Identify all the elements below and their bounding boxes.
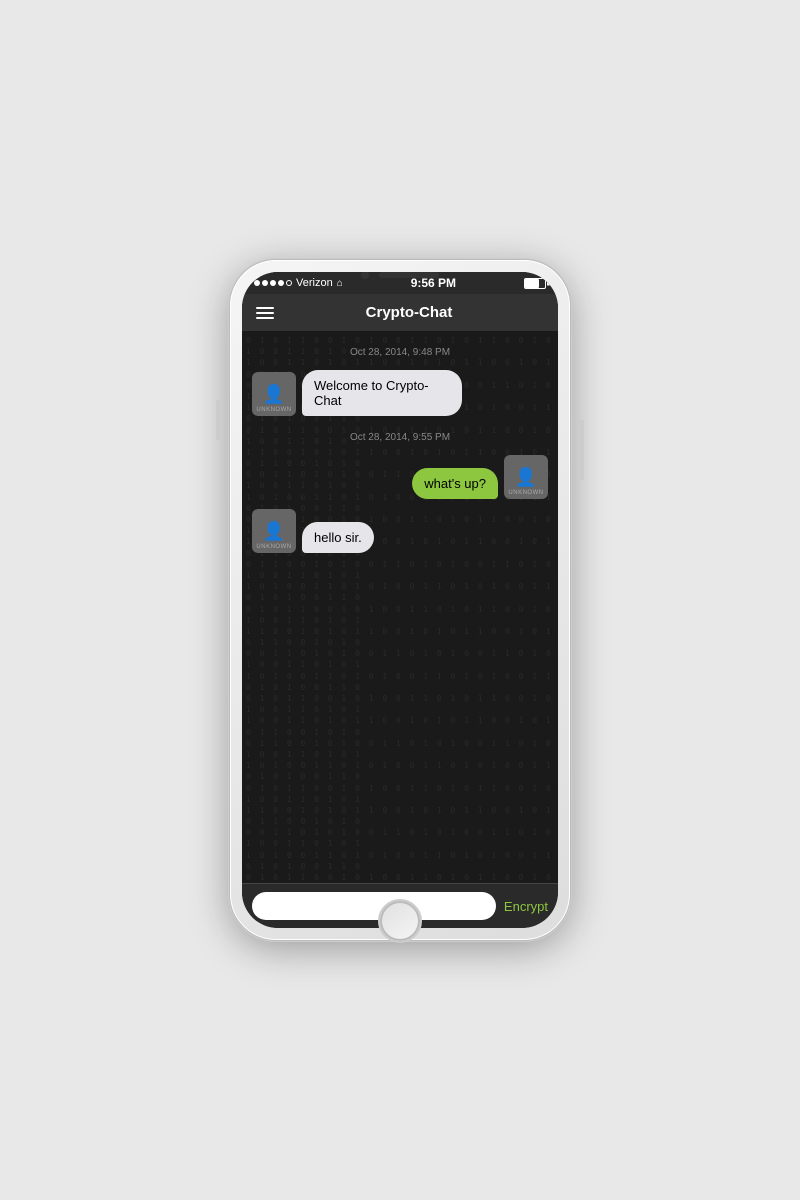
avatar-figure-1: 👤 (263, 384, 285, 405)
avatar-label-1: UNKNOWN (256, 407, 291, 413)
signal-dot-5 (286, 280, 292, 286)
nav-bar: Crypto-Chat (242, 294, 558, 331)
speaker-slot (379, 272, 439, 278)
camera-dot (361, 272, 369, 279)
signal-dot-2 (262, 280, 268, 286)
chat-area: 0 1 0 1 1 0 0 1 0 1 0 0 1 1 0 1 0 1 1 0 … (242, 331, 558, 883)
battery-fill (525, 279, 539, 288)
message-input[interactable] (252, 892, 496, 920)
power-button (580, 420, 584, 480)
bubble-1: Welcome to Crypto-Chat (302, 370, 462, 416)
signal-dot-4 (278, 280, 284, 286)
bubble-2: what's up? (412, 468, 498, 499)
menu-button[interactable] (256, 307, 274, 319)
phone-screen: Verizon ⌂ 9:56 PM Crypto-Chat 0 1 0 (242, 272, 558, 928)
timestamp-2: Oct 28, 2014, 9:55 PM (252, 432, 548, 443)
signal-indicator (254, 280, 292, 286)
notch-area (320, 272, 480, 286)
nav-title: Crypto-Chat (274, 304, 544, 321)
chat-messages: Oct 28, 2014, 9:48 PM 👤 UNKNOWN Welcome … (242, 331, 558, 567)
hamburger-line-3 (256, 317, 274, 319)
avatar-2: 👤 UNKNOWN (504, 455, 548, 499)
avatar-1: 👤 UNKNOWN (252, 372, 296, 416)
avatar-3: 👤 UNKNOWN (252, 509, 296, 553)
encrypt-button[interactable]: Encrypt (504, 899, 548, 914)
hamburger-line-1 (256, 307, 274, 309)
avatar-figure-2: 👤 (515, 467, 537, 488)
avatar-label-3: UNKNOWN (256, 544, 291, 550)
timestamp-1: Oct 28, 2014, 9:48 PM (252, 347, 548, 358)
phone-frame: Verizon ⌂ 9:56 PM Crypto-Chat 0 1 0 (230, 260, 570, 940)
message-row-3: 👤 UNKNOWN hello sir. (252, 509, 548, 553)
home-button[interactable] (378, 899, 422, 943)
avatar-figure-3: 👤 (263, 521, 285, 542)
hamburger-line-2 (256, 312, 274, 314)
message-row-1: 👤 UNKNOWN Welcome to Crypto-Chat (252, 370, 548, 416)
message-row-2: 👤 UNKNOWN what's up? (252, 455, 548, 499)
signal-dot-1 (254, 280, 260, 286)
avatar-label-2: UNKNOWN (508, 490, 543, 496)
status-right (524, 278, 546, 289)
battery-icon (524, 278, 546, 289)
signal-dot-3 (270, 280, 276, 286)
bubble-3: hello sir. (302, 522, 374, 553)
volume-button (216, 400, 220, 440)
